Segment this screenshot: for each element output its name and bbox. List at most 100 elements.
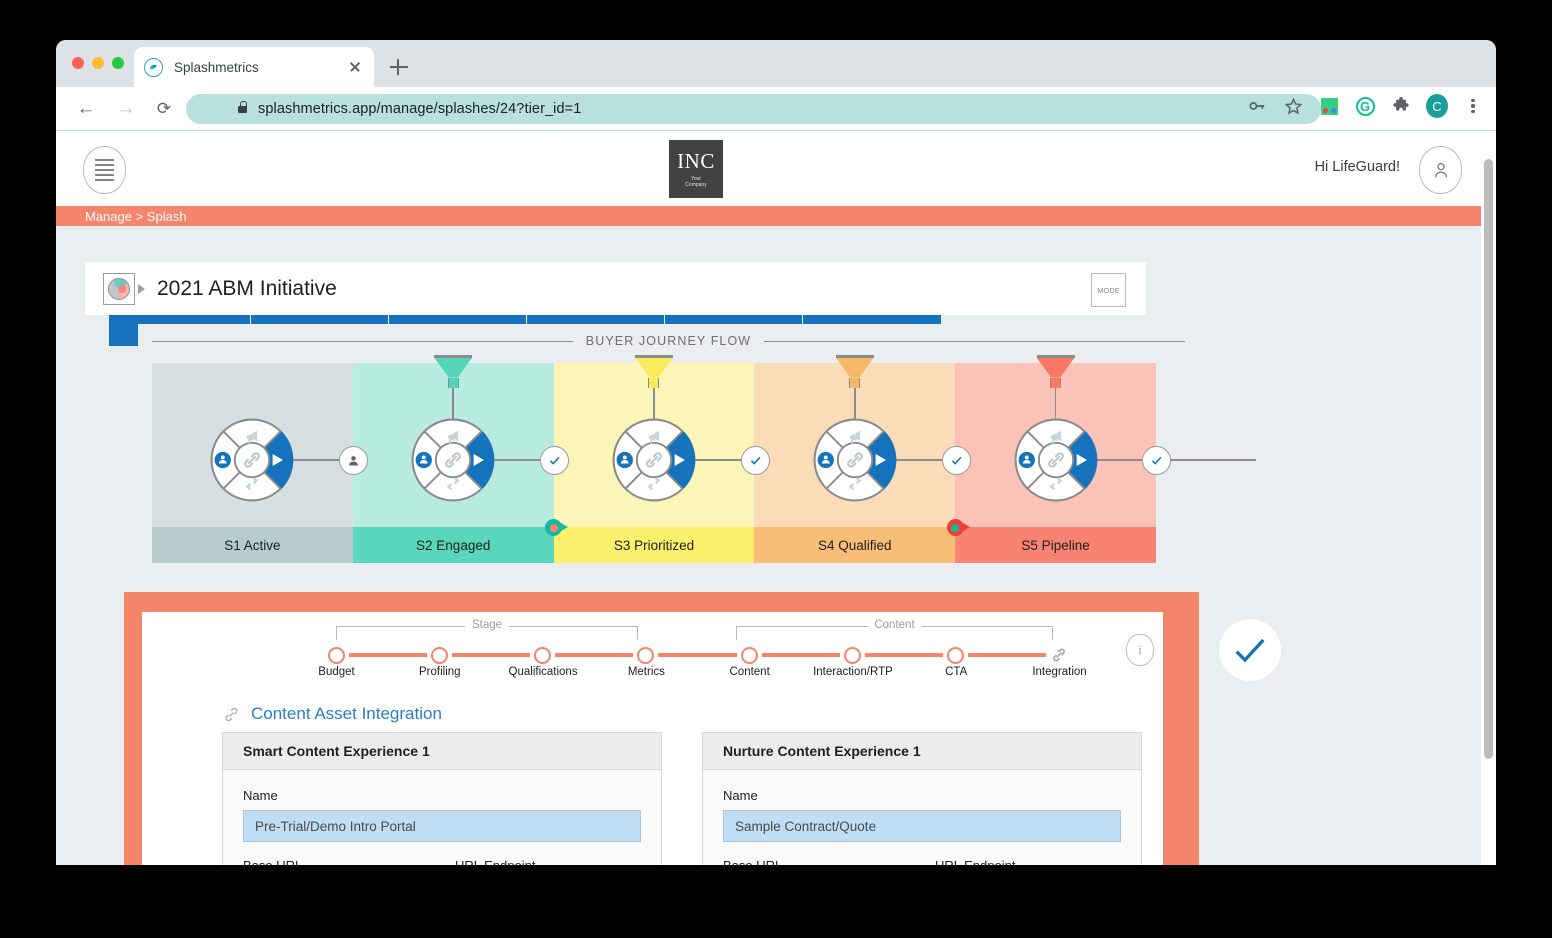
browser-tab-title: Splashmetrics xyxy=(174,59,259,75)
reload-button[interactable]: ⟳ xyxy=(152,97,176,121)
stage-label-3: S3 Prioritized xyxy=(553,527,755,563)
stepper-dot-budget[interactable] xyxy=(328,646,345,664)
stage-label-1: S1 Active xyxy=(152,527,353,563)
stepper-label-2: Qualifications xyxy=(508,666,578,678)
name-label-1: Name xyxy=(243,788,278,803)
stage-label-5: S5 Pipeline xyxy=(955,527,1156,563)
stage-funnel-icon xyxy=(634,355,673,434)
address-bar[interactable]: splashmetrics.app/manage/splashes/24?tie… xyxy=(186,94,1321,124)
content-cards: Smart Content Experience 1 Name Pre-Tria… xyxy=(222,732,1142,865)
close-window-button[interactable] xyxy=(72,57,84,69)
content-card-title-1: Smart Content Experience 1 xyxy=(223,733,661,770)
puzzle-extensions-icon[interactable] xyxy=(1390,95,1412,117)
info-icon[interactable]: i xyxy=(1126,634,1154,666)
stepper-connector xyxy=(761,653,840,657)
breadcrumb[interactable]: Manage > Splash xyxy=(56,206,1496,226)
journey-node-check-4[interactable] xyxy=(1142,446,1172,475)
buyer-journey-flow-panel: BUYER JOURNEY FLOW S1 Active S2 Engaged … xyxy=(138,324,1257,589)
stepper-label-6: CTA xyxy=(945,666,968,678)
journey-stage-1[interactable]: S1 Active xyxy=(152,363,454,563)
user-avatar-button[interactable] xyxy=(1419,146,1462,194)
menu-hamburger-icon[interactable] xyxy=(83,146,126,194)
journey-stage-5[interactable]: S5 Pipeline xyxy=(955,355,1257,563)
stepper-label-3: Metrics xyxy=(627,666,665,678)
check-icon xyxy=(1152,456,1162,465)
check-icon xyxy=(1235,638,1265,663)
name-input-2[interactable]: Sample Contract/Quote xyxy=(723,810,1121,842)
browser-extensions: G C xyxy=(1246,94,1484,118)
stage-wheel-icon xyxy=(1014,418,1098,502)
stage-marker-1[interactable] xyxy=(545,519,569,536)
scrollbar[interactable] xyxy=(1484,157,1493,865)
journey-node-check-2[interactable] xyxy=(740,446,770,475)
journey-node-check-3[interactable] xyxy=(941,446,971,475)
mode-button[interactable]: MODE xyxy=(1091,273,1126,307)
journey-stage-3[interactable]: S3 Prioritized xyxy=(553,355,855,563)
journey-node-check-1[interactable] xyxy=(540,446,570,475)
stepper-label-0: Budget xyxy=(318,666,355,678)
chevron-right-icon xyxy=(138,283,145,294)
close-tab-icon[interactable] xyxy=(346,58,364,76)
chrome-menu-icon[interactable] xyxy=(1462,95,1484,117)
forward-button[interactable]: → xyxy=(114,97,138,121)
content-card-2: Nurture Content Experience 1 Name Sample… xyxy=(702,732,1142,865)
scrollbar-thumb[interactable] xyxy=(1484,159,1493,759)
stage-label-2: S2 Engaged xyxy=(352,527,554,563)
stepper-label-1: Profiling xyxy=(419,666,461,678)
stepper-connector xyxy=(452,653,531,657)
colorpicker-extension-icon[interactable] xyxy=(1318,95,1340,117)
stage-funnel-icon xyxy=(835,355,874,434)
stage-marker-2[interactable] xyxy=(946,519,970,536)
progress-stepper: Stage Content Budget Profiling Qualificati… xyxy=(318,619,1087,688)
stepper-dot-cta[interactable] xyxy=(946,646,964,664)
journey-stage-4[interactable]: S4 Qualified xyxy=(754,355,1056,563)
url-endpoint-label-1: URL Endpoint xyxy=(455,858,641,865)
journey-stage-2[interactable]: S2 Engaged xyxy=(352,355,654,563)
stepper-dot-content[interactable] xyxy=(740,646,758,664)
window-controls[interactable] xyxy=(72,57,124,69)
stage-wheel-icon xyxy=(813,418,897,502)
key-icon[interactable] xyxy=(1246,95,1268,117)
name-input-1[interactable]: Pre-Trial/Demo Intro Portal xyxy=(243,810,641,842)
stepper-dot-profiling[interactable] xyxy=(431,646,449,664)
stepper-dot-metrics[interactable] xyxy=(637,646,655,664)
flow-heading-text: BUYER JOURNEY FLOW xyxy=(572,334,765,348)
url-text: splashmetrics.app/manage/splashes/24?tie… xyxy=(258,101,582,117)
stage-wheel[interactable] xyxy=(209,417,295,503)
big-check-badge xyxy=(1219,619,1281,681)
splash-title-card: 2021 ABM Initiative MODE xyxy=(85,262,1146,315)
person-icon xyxy=(1434,163,1447,178)
content-card-1: Smart Content Experience 1 Name Pre-Tria… xyxy=(222,732,662,865)
stage-wheel[interactable] xyxy=(611,417,697,503)
splashmetrics-favicon xyxy=(144,57,163,77)
browser-tab[interactable]: Splashmetrics xyxy=(134,47,374,87)
stage-wheel[interactable] xyxy=(1013,417,1099,503)
stepper-dot-interaction-rtp[interactable] xyxy=(843,646,861,664)
bookmark-star-icon[interactable] xyxy=(1282,95,1304,117)
maximize-window-button[interactable] xyxy=(112,57,124,69)
minimize-window-button[interactable] xyxy=(92,57,104,69)
greeting-text: Hi LifeGuard! xyxy=(1314,159,1400,175)
stage-wheel-icon xyxy=(612,418,696,502)
stepper-connector xyxy=(658,653,737,657)
stepper-dot-qualifications[interactable] xyxy=(534,646,552,664)
back-button[interactable]: ← xyxy=(74,97,98,121)
flow-heading: BUYER JOURNEY FLOW xyxy=(138,324,1199,358)
detail-panel: Stage Content Budget Profiling Qualificati… xyxy=(124,592,1199,865)
stage-wheel[interactable] xyxy=(812,417,898,503)
splash-avatar-icon xyxy=(103,272,135,305)
link-icon xyxy=(225,707,238,721)
stepper-link-icon[interactable] xyxy=(1050,646,1068,664)
browser-tab-strip: Splashmetrics xyxy=(56,40,1496,87)
content-asset-integration-link[interactable]: Content Asset Integration xyxy=(251,704,442,724)
new-tab-button[interactable] xyxy=(386,54,412,80)
lock-icon xyxy=(238,100,248,113)
stepper-connector xyxy=(967,653,1046,657)
stage-wheel-icon xyxy=(411,418,495,502)
stage-wheel[interactable] xyxy=(410,417,496,503)
grammarly-extension-icon[interactable]: G xyxy=(1354,95,1376,117)
base-url-label-2: Base URL xyxy=(723,858,909,865)
stepper-group-stage: Stage xyxy=(336,619,638,640)
profile-avatar-icon[interactable]: C xyxy=(1426,94,1448,118)
stage-funnel-icon xyxy=(434,355,473,434)
